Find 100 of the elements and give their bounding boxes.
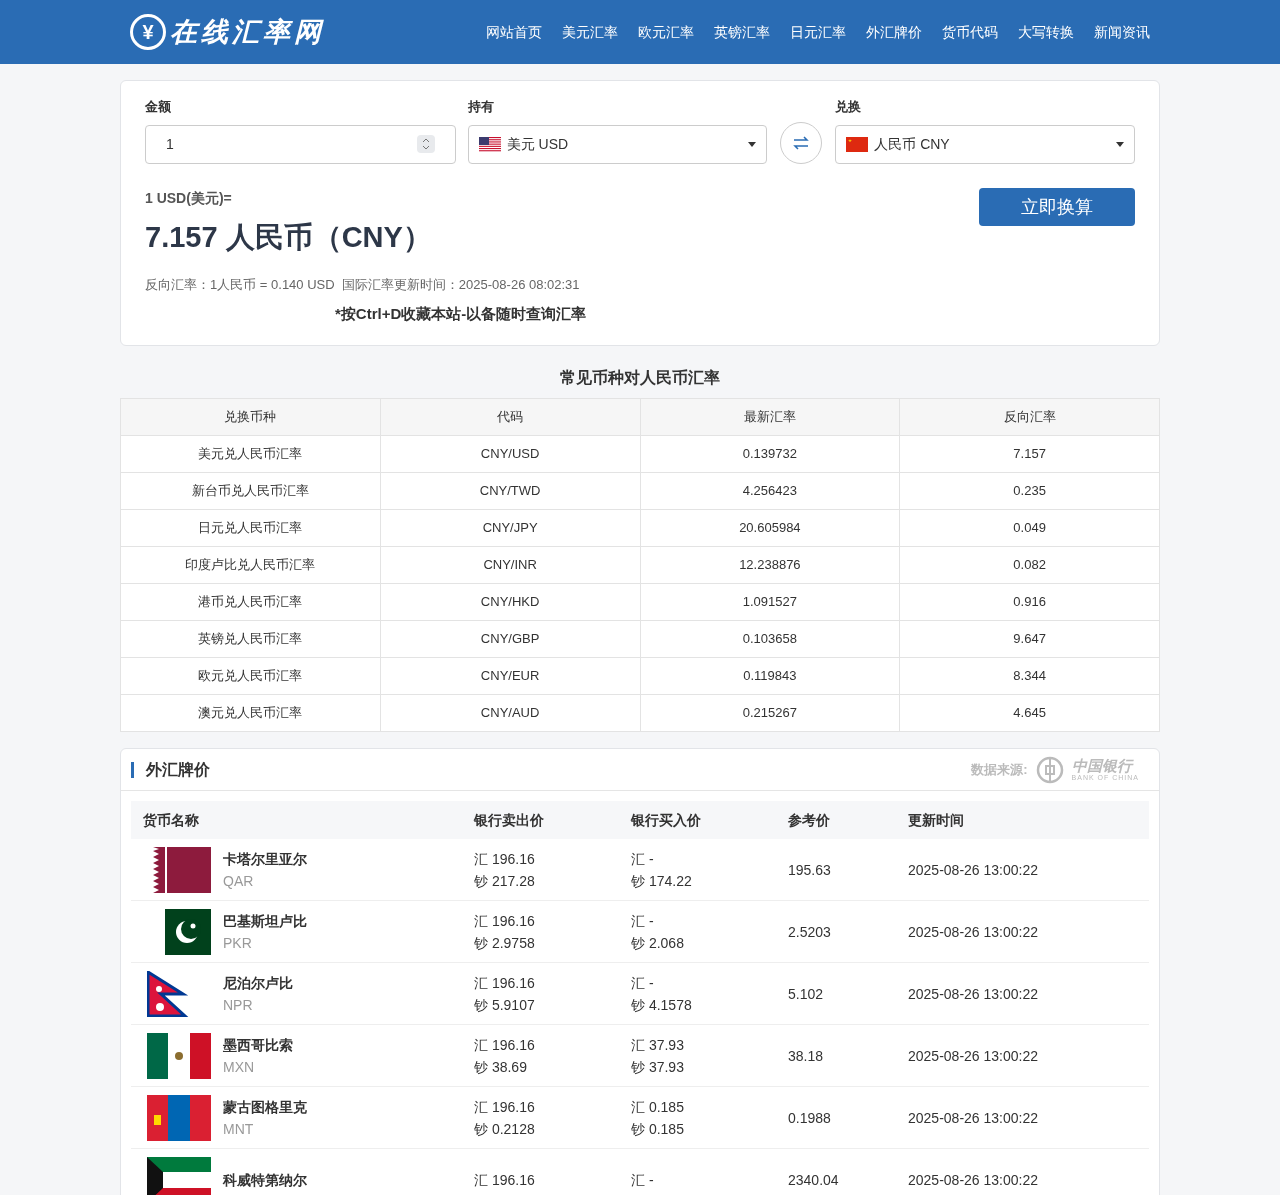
currency-name: 科威特第纳尔	[223, 1170, 307, 1190]
nav-link[interactable]: 日元汇率	[790, 22, 846, 42]
table-cell: 新台币兑人民币汇率	[120, 472, 381, 510]
nav-link[interactable]: 货币代码	[942, 22, 998, 42]
nav-link[interactable]: 英镑汇率	[714, 22, 770, 42]
accent-bar	[131, 761, 134, 778]
table-cell: CNY/GBP	[380, 620, 640, 658]
reference-price: 0.1988	[788, 1108, 832, 1128]
currency-code: PKR	[223, 933, 253, 953]
column-header: 反向汇率	[899, 398, 1160, 436]
buy-price: 钞 2.068	[631, 933, 685, 953]
field-label: 金额	[145, 98, 172, 116]
table-cell: CNY/USD	[380, 435, 640, 473]
result-amount: 7.157 人民币（CNY）	[145, 219, 432, 255]
update-time: 2025-08-26 13:00:22	[908, 984, 1038, 1004]
table-title: 常见币种对人民币汇率	[559, 368, 721, 388]
reference-price: 5.102	[788, 984, 825, 1004]
table-cell: CNY/TWD	[380, 472, 640, 510]
sell-price: 汇 196.16	[474, 973, 536, 993]
table-cell: 日元兑人民币汇率	[120, 509, 381, 547]
nav-link[interactable]: 欧元汇率	[638, 22, 694, 42]
swap-arrows-icon	[793, 135, 810, 150]
update-time: 2025-08-26 13:00:22	[908, 922, 1038, 942]
site-logo[interactable]: 在线汇率网	[170, 11, 325, 53]
sell-price: 钞 5.9107	[474, 995, 536, 1015]
update-time: 2025-08-26 13:00:22	[908, 1170, 1038, 1190]
currency-code: MXN	[223, 1057, 256, 1077]
sell-price: 汇 196.16	[474, 1035, 536, 1055]
buy-price: 汇 -	[631, 973, 655, 993]
table-cell: CNY/INR	[380, 546, 640, 584]
amount-field[interactable]: 1	[145, 124, 456, 164]
update-time: 2025-08-26 13:00:22	[908, 1046, 1038, 1066]
table-cell: 20.605984	[640, 509, 900, 547]
flag-icon	[846, 136, 869, 152]
sell-price: 汇 196.16	[474, 1170, 536, 1190]
currency-name: 蒙古图格里克	[223, 1097, 307, 1117]
currency-name: 巴基斯坦卢比	[223, 911, 307, 931]
table-cell: 英镑兑人民币汇率	[120, 620, 381, 658]
column-header: 兑换币种	[120, 398, 381, 436]
currency-code: QAR	[223, 871, 255, 891]
section-title: 外汇牌价	[146, 759, 210, 780]
flag-icon	[478, 136, 501, 152]
table-cell: CNY/JPY	[380, 509, 640, 547]
dropdown-caret-icon	[1116, 141, 1124, 147]
sell-price: 钞 0.2128	[474, 1119, 536, 1139]
table-cell: 0.916	[899, 583, 1160, 621]
sell-price: 钞 2.9758	[474, 933, 536, 953]
table-cell: 0.103658	[640, 620, 900, 658]
currency-code: NPR	[223, 995, 254, 1015]
currency-select[interactable]: 美元 USD	[467, 124, 768, 164]
reference-price: 38.18	[788, 1046, 825, 1066]
logo-icon: ¥	[130, 14, 166, 50]
table-cell: CNY/HKD	[380, 583, 640, 621]
buy-price: 钞 37.93	[631, 1057, 685, 1077]
reference-price: 195.63	[788, 860, 832, 880]
update-time: 2025-08-26 13:00:22	[908, 1108, 1038, 1128]
nav-link[interactable]: 外汇牌价	[866, 22, 922, 42]
table-cell: 9.647	[899, 620, 1160, 658]
column-header: 代码	[380, 398, 640, 436]
buy-price: 汇 -	[631, 1170, 655, 1190]
table-cell: 印度卢比兑人民币汇率	[120, 546, 381, 584]
buy-price: 汇 37.93	[631, 1035, 685, 1055]
source-label: 数据来源:	[971, 760, 1028, 779]
table-cell: 0.119843	[640, 657, 900, 695]
bookmark-tip: *按Ctrl+D收藏本站-以备随时查询汇率	[335, 303, 588, 324]
spinner-icon[interactable]	[416, 135, 435, 153]
table-cell: 0.235	[899, 472, 1160, 510]
currency-name: 卡塔尔里亚尔	[223, 849, 307, 869]
column-header: 最新汇率	[640, 398, 900, 436]
currency-code: MNT	[223, 1119, 255, 1139]
currency-name: 尼泊尔卢比	[223, 973, 293, 993]
table-cell: 0.049	[899, 509, 1160, 547]
update-time: 2025-08-26 13:00:22	[908, 860, 1038, 880]
currency-select[interactable]: 人民币 CNY	[835, 124, 1135, 164]
table-cell: CNY/AUD	[380, 694, 640, 732]
reference-price: 2340.04	[788, 1170, 840, 1190]
flag-icon	[147, 1032, 211, 1079]
convert-button[interactable]: 立即换算	[979, 187, 1135, 226]
table-cell: 4.645	[899, 694, 1160, 732]
sell-price: 钞 217.28	[474, 871, 536, 891]
buy-price: 钞 0.185	[631, 1119, 685, 1139]
table-cell: 4.256423	[640, 472, 900, 510]
table-cell: 欧元兑人民币汇率	[120, 657, 381, 695]
sell-price: 汇 196.16	[474, 911, 536, 931]
flag-icon	[147, 1094, 211, 1141]
buy-price: 汇 -	[631, 849, 655, 869]
result-prefix: 1 USD(美元)=	[145, 188, 233, 208]
nav-link[interactable]: 美元汇率	[562, 22, 618, 42]
inverse-rate-text: 反向汇率：1人民币 = 0.140 USD 国际汇率更新时间：2025-08-26 08:02:31	[145, 276, 581, 294]
bank-emblem-icon	[1035, 755, 1064, 784]
table-cell: 12.238876	[640, 546, 900, 584]
sell-price: 钞 38.69	[474, 1057, 528, 1077]
nav-link[interactable]: 网站首页	[486, 22, 542, 42]
buy-price: 钞 4.1578	[631, 995, 693, 1015]
table-cell: 0.139732	[640, 435, 900, 473]
buy-price: 钞 174.22	[631, 871, 693, 891]
nav-link[interactable]: 新闻资讯	[1094, 22, 1150, 42]
dropdown-caret-icon	[748, 141, 757, 147]
reference-price: 2.5203	[788, 922, 832, 942]
nav-link[interactable]: 大写转换	[1018, 22, 1074, 42]
